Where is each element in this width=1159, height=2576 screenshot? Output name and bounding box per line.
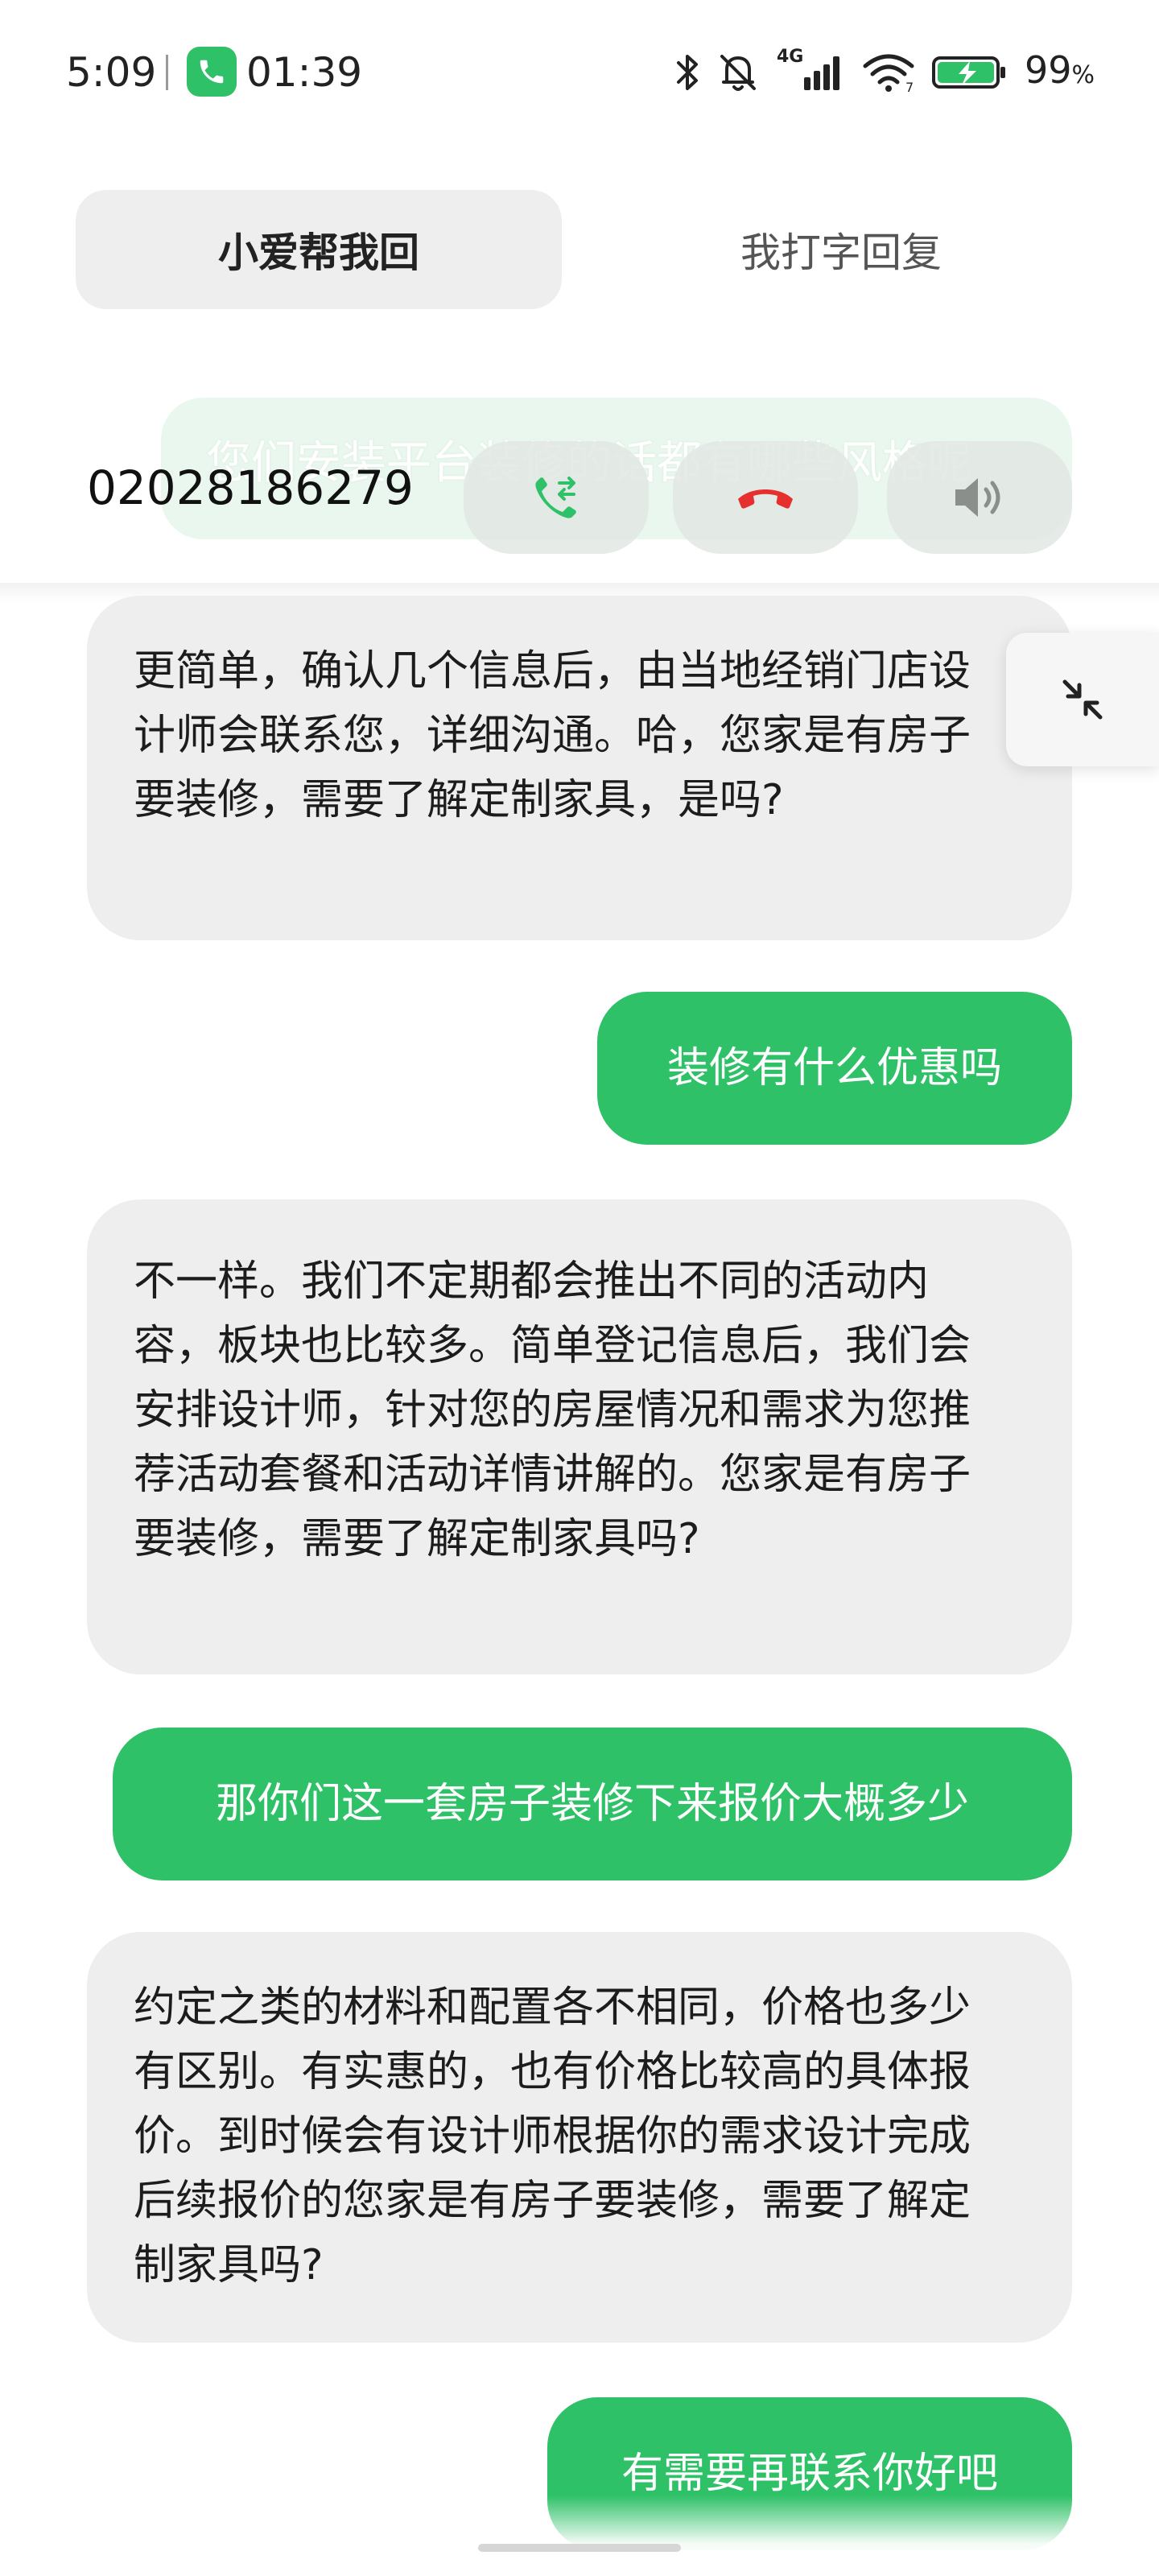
caller-message: 约定之类的材料和配置各不相同，价格也多少有区别。有实惠的，也有价格比较高的具体报… [87, 1932, 1072, 2343]
phone-transfer-icon [535, 477, 576, 518]
status-icons: 4G 7 99% [659, 47, 1095, 98]
status-separator [166, 55, 168, 90]
bluetooth-icon [676, 55, 698, 90]
collapse-arrows-icon [1062, 679, 1103, 720]
battery-charging-icon [931, 56, 1005, 89]
user-message: 装修有什么优惠吗 [597, 992, 1072, 1145]
tab-ai-reply[interactable]: 小爱帮我回 [76, 190, 562, 309]
caller-phone-number: 02028186279 [87, 460, 414, 515]
hang-up-button[interactable] [673, 441, 858, 554]
clock: 5:09 [66, 49, 157, 96]
collapse-window-button[interactable] [1006, 633, 1159, 766]
speaker-button[interactable] [887, 441, 1072, 554]
ongoing-call-icon[interactable] [187, 47, 237, 97]
battery-level: 99% [1024, 47, 1095, 92]
caller-message: 不一样。我们不定期都会推出不同的活动内容，板块也比较多。简单登记信息后，我们会安… [87, 1199, 1072, 1674]
bottom-fade [0, 2496, 1159, 2576]
speaker-icon [955, 478, 1000, 517]
svg-text:7: 7 [905, 80, 914, 93]
transfer-call-button[interactable] [464, 441, 649, 554]
user-message: 那你们这一套房子装修下来报价大概多少 [113, 1728, 1072, 1880]
call-duration: 01:39 [246, 49, 363, 96]
hang-up-icon [738, 489, 793, 509]
silent-mode-icon [720, 55, 756, 91]
caller-message: 更简单，确认几个信息后，由当地经销门店设计师会联系您，详细沟通。哈，您家是有房子… [87, 596, 1072, 940]
cellular-signal-icon: 4G [777, 47, 846, 95]
status-bar: 5:09 01:39 4G 7 99% [0, 0, 1159, 145]
wifi-icon: 7 [863, 54, 914, 93]
home-indicator[interactable] [478, 2544, 681, 2552]
tab-type-reply[interactable]: 我打字回复 [612, 190, 1070, 309]
